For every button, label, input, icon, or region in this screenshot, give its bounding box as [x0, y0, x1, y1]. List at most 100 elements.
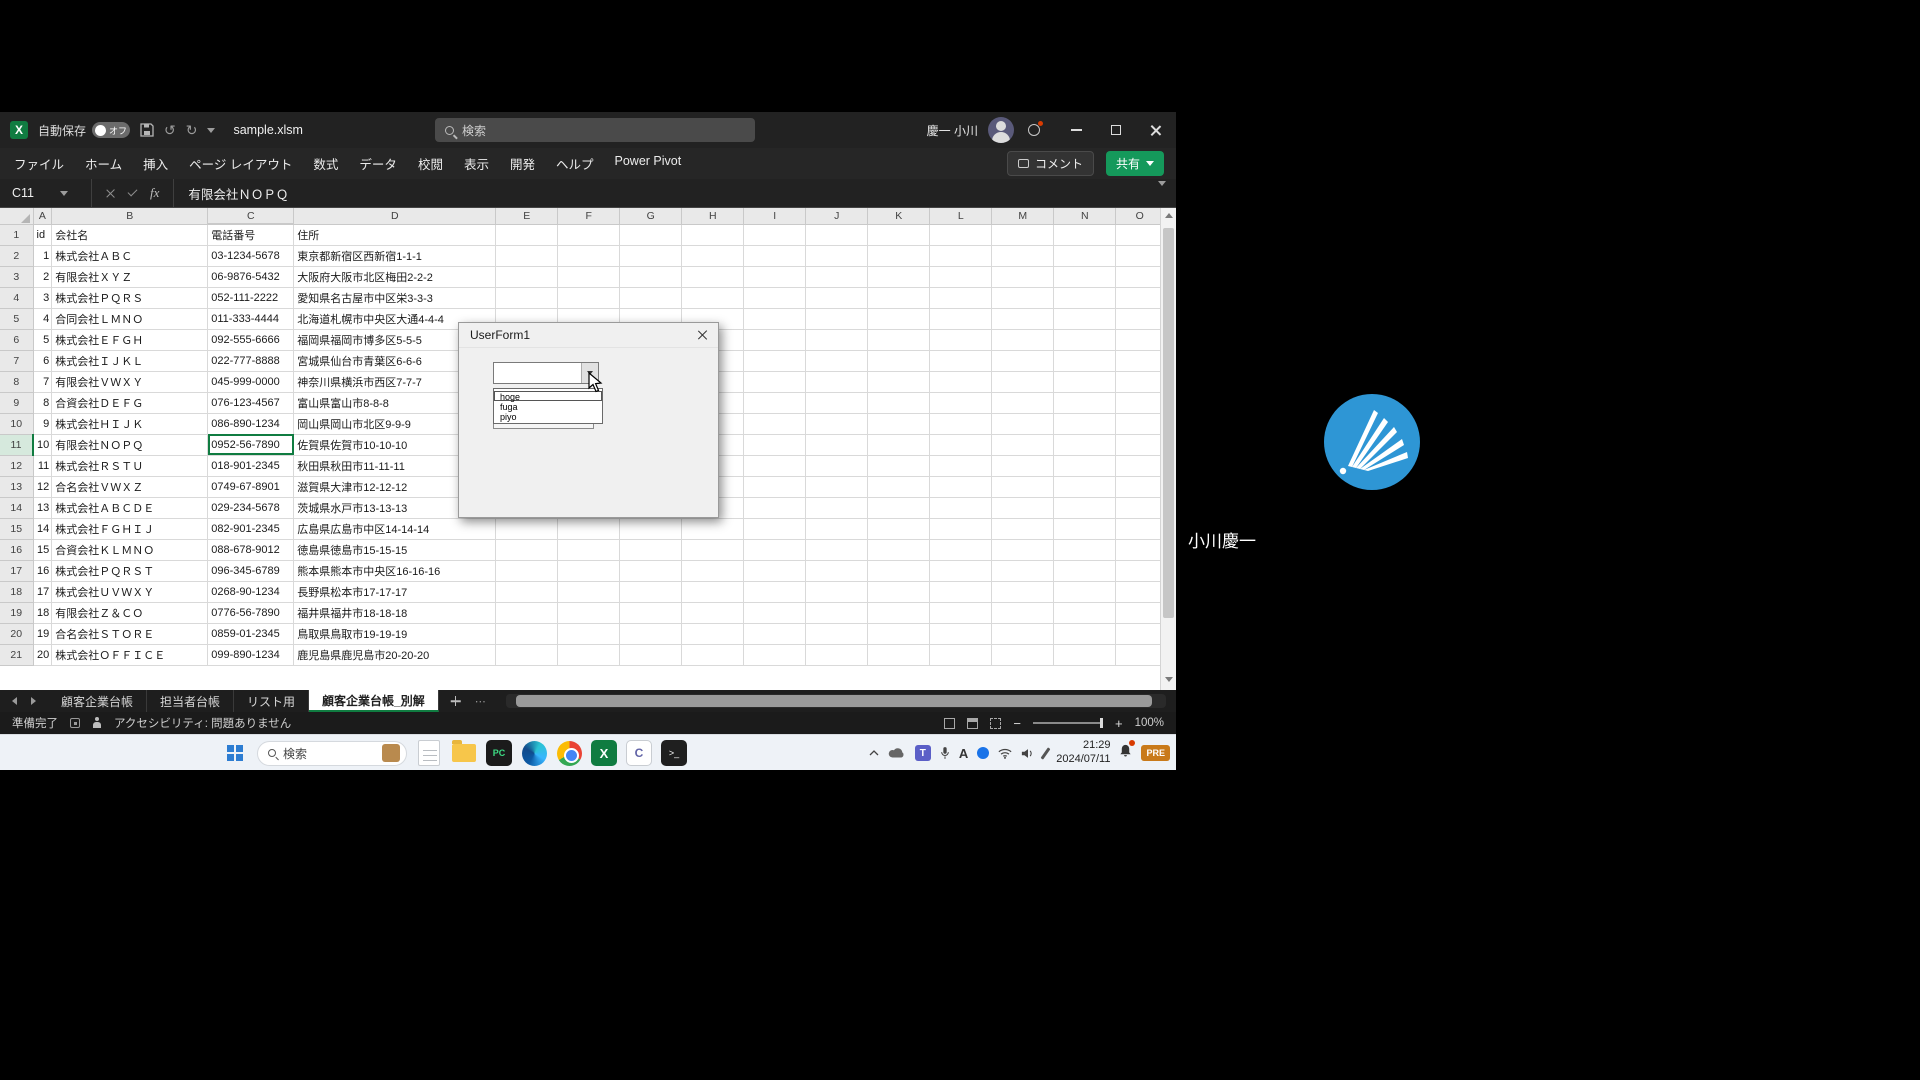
- cell-D3[interactable]: 大阪府大阪市北区梅田2-2-2: [294, 266, 496, 287]
- cell-K20[interactable]: [868, 623, 930, 644]
- teams-icon[interactable]: T: [915, 745, 931, 761]
- cell-K4[interactable]: [868, 287, 930, 308]
- cell-I6[interactable]: [744, 329, 806, 350]
- cell-O16[interactable]: [1116, 539, 1164, 560]
- cell-O5[interactable]: [1116, 308, 1164, 329]
- column-header-L[interactable]: L: [930, 208, 992, 224]
- cell-M8[interactable]: [992, 371, 1054, 392]
- cell-B17[interactable]: 株式会社ＰＱＲＳＴ: [52, 560, 208, 581]
- cell-E21[interactable]: [496, 644, 558, 665]
- row-header-14[interactable]: 14: [0, 497, 33, 518]
- cell-C11[interactable]: 0952-56-7890: [208, 434, 294, 455]
- cell-D18[interactable]: 長野県松本市17-17-17: [294, 581, 496, 602]
- cell-L4[interactable]: [930, 287, 992, 308]
- cell-K15[interactable]: [868, 518, 930, 539]
- column-header-J[interactable]: J: [806, 208, 868, 224]
- cell-N16[interactable]: [1054, 539, 1116, 560]
- ribbon-tab-数式[interactable]: 数式: [313, 154, 338, 173]
- notification-bell-icon[interactable]: [1119, 743, 1132, 763]
- cell-M17[interactable]: [992, 560, 1054, 581]
- cell-K14[interactable]: [868, 497, 930, 518]
- next-sheet-icon[interactable]: [31, 697, 36, 705]
- cell-K10[interactable]: [868, 413, 930, 434]
- prev-sheet-icon[interactable]: [12, 697, 17, 705]
- cell-I10[interactable]: [744, 413, 806, 434]
- cell-O9[interactable]: [1116, 392, 1164, 413]
- cell-C10[interactable]: 086-890-1234: [208, 413, 294, 434]
- cell-C9[interactable]: 076-123-4567: [208, 392, 294, 413]
- search-dot-icon[interactable]: [977, 747, 989, 759]
- cell-C12[interactable]: 018-901-2345: [208, 455, 294, 476]
- cell-A10[interactable]: 9: [33, 413, 52, 434]
- cell-D15[interactable]: 広島県広島市中区14-14-14: [294, 518, 496, 539]
- cell-O8[interactable]: [1116, 371, 1164, 392]
- cell-A18[interactable]: 17: [33, 581, 52, 602]
- row-header-20[interactable]: 20: [0, 623, 33, 644]
- cell-I19[interactable]: [744, 602, 806, 623]
- cell-L10[interactable]: [930, 413, 992, 434]
- cell-E1[interactable]: [496, 224, 558, 245]
- userform-combobox[interactable]: [493, 362, 599, 384]
- sheet-tab-担当者台帳[interactable]: 担当者台帳: [147, 690, 234, 712]
- cell-M4[interactable]: [992, 287, 1054, 308]
- ime-a-icon[interactable]: A: [959, 746, 968, 761]
- cell-J4[interactable]: [806, 287, 868, 308]
- cloud-icon[interactable]: [888, 747, 906, 759]
- maximize-button[interactable]: [1096, 112, 1136, 148]
- cell-A4[interactable]: 3: [33, 287, 52, 308]
- column-header-N[interactable]: N: [1054, 208, 1116, 224]
- cell-C1[interactable]: 電話番号: [208, 224, 294, 245]
- document-icon[interactable]: [416, 740, 442, 766]
- select-all-corner[interactable]: [0, 208, 33, 224]
- row-header-17[interactable]: 17: [0, 560, 33, 581]
- insert-function-icon[interactable]: fx: [150, 185, 159, 201]
- cell-J13[interactable]: [806, 476, 868, 497]
- cell-N7[interactable]: [1054, 350, 1116, 371]
- cell-N13[interactable]: [1054, 476, 1116, 497]
- cell-N21[interactable]: [1054, 644, 1116, 665]
- cell-I21[interactable]: [744, 644, 806, 665]
- sheet-tab-顧客企業台帳[interactable]: 顧客企業台帳: [48, 690, 147, 712]
- cell-K9[interactable]: [868, 392, 930, 413]
- cell-I18[interactable]: [744, 581, 806, 602]
- cell-L11[interactable]: [930, 434, 992, 455]
- cell-K17[interactable]: [868, 560, 930, 581]
- cell-A17[interactable]: 16: [33, 560, 52, 581]
- cell-G19[interactable]: [620, 602, 682, 623]
- cell-D4[interactable]: 愛知県名古屋市中区栄3-3-3: [294, 287, 496, 308]
- cell-B1[interactable]: 会社名: [52, 224, 208, 245]
- redo-icon[interactable]: ↻: [186, 123, 198, 137]
- cell-K5[interactable]: [868, 308, 930, 329]
- cell-B12[interactable]: 株式会社ＲＳＴＵ: [52, 455, 208, 476]
- sheet-more-icon[interactable]: ⋯: [467, 690, 496, 712]
- row-header-7[interactable]: 7: [0, 350, 33, 371]
- zoom-slider[interactable]: [1033, 722, 1103, 724]
- cell-H4[interactable]: [682, 287, 744, 308]
- cell-B16[interactable]: 合資会社ＫＬＭＮＯ: [52, 539, 208, 560]
- cell-N10[interactable]: [1054, 413, 1116, 434]
- cell-M12[interactable]: [992, 455, 1054, 476]
- cell-C17[interactable]: 096-345-6789: [208, 560, 294, 581]
- cell-B15[interactable]: 株式会社ＦＧＨＩＪ: [52, 518, 208, 539]
- cell-K18[interactable]: [868, 581, 930, 602]
- cell-L16[interactable]: [930, 539, 992, 560]
- cell-D21[interactable]: 鹿児島県鹿児島市20-20-20: [294, 644, 496, 665]
- cell-H21[interactable]: [682, 644, 744, 665]
- taskbar-clock[interactable]: 21:29 2024/07/11: [1056, 739, 1110, 767]
- cell-M21[interactable]: [992, 644, 1054, 665]
- cell-I5[interactable]: [744, 308, 806, 329]
- cell-O4[interactable]: [1116, 287, 1164, 308]
- add-sheet-button[interactable]: [445, 690, 467, 712]
- name-box[interactable]: C11: [0, 179, 92, 207]
- cell-M3[interactable]: [992, 266, 1054, 287]
- cell-C18[interactable]: 0268-90-1234: [208, 581, 294, 602]
- cell-C2[interactable]: 03-1234-5678: [208, 245, 294, 266]
- ribbon-tab-ホーム[interactable]: ホーム: [85, 154, 122, 173]
- row-header-9[interactable]: 9: [0, 392, 33, 413]
- cell-I9[interactable]: [744, 392, 806, 413]
- cell-G2[interactable]: [620, 245, 682, 266]
- edge-icon[interactable]: [521, 740, 547, 766]
- autosave-toggle[interactable]: 自動保存 オフ: [38, 122, 130, 139]
- accessibility-status[interactable]: アクセシビリティ: 問題ありません: [114, 715, 291, 731]
- row-header-2[interactable]: 2: [0, 245, 33, 266]
